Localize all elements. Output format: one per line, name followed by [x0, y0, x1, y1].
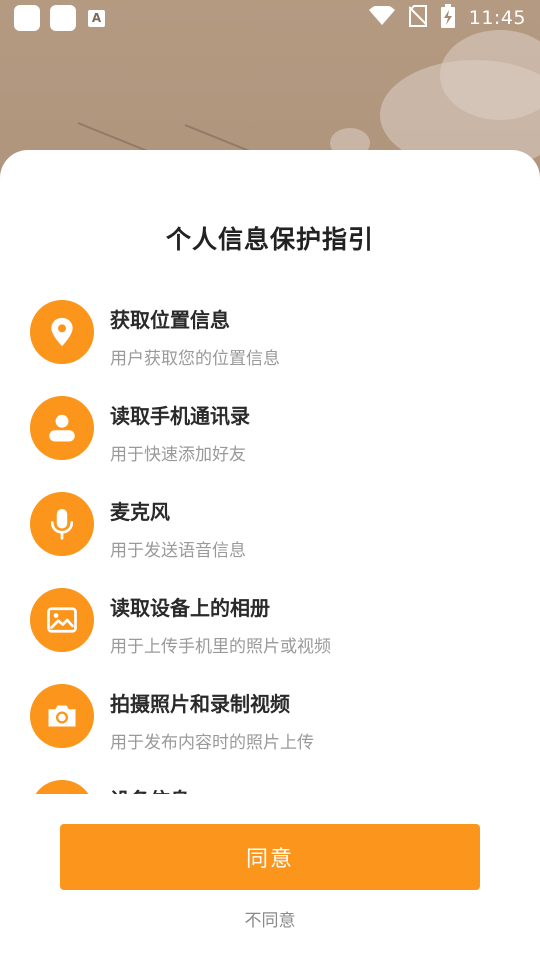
permission-desc: 用于上传手机里的照片或视频: [110, 637, 331, 657]
permission-item-location: 获取位置信息 用户获取您的位置信息: [0, 292, 540, 388]
dialog-title: 个人信息保护指引: [165, 225, 374, 254]
microphone-icon: [30, 492, 94, 556]
image-album-icon: [30, 588, 94, 652]
camera-icon: [30, 684, 94, 748]
font-a-icon: A: [88, 9, 105, 27]
background-streak: [184, 124, 251, 153]
permission-title: 获取位置信息: [110, 308, 230, 332]
location-pin-icon: [30, 300, 94, 364]
permission-title: 设备信息: [110, 784, 190, 794]
permission-desc: 用于发布内容时的照片上传: [110, 733, 314, 753]
contact-person-icon: [30, 396, 94, 460]
permission-title: 拍摄照片和录制视频: [110, 692, 290, 716]
app-screen: A 11:45 个人信息保护指引 获取位置信息 用户获取您的位置信息 读取手机通…: [0, 0, 540, 960]
permission-item-camera: 拍摄照片和录制视频 用于发布内容时的照片上传: [0, 676, 540, 772]
privacy-dialog: 个人信息保护指引 获取位置信息 用户获取您的位置信息 读取手机通讯录 用于快速添…: [0, 150, 540, 960]
permission-item-contacts: 读取手机通讯录 用于快速添加好友: [0, 388, 540, 484]
permission-title: 麦克风: [110, 500, 170, 524]
permission-title: 读取手机通讯录: [110, 404, 250, 428]
disagree-button[interactable]: 不同意: [0, 906, 540, 931]
permission-item-album: 读取设备上的相册 用于上传手机里的照片或视频: [0, 580, 540, 676]
battery-charging-icon: [440, 4, 455, 32]
wifi-icon: [368, 4, 395, 30]
permission-title: 读取设备上的相册: [110, 596, 270, 620]
permission-desc: 用户获取您的位置信息: [110, 349, 280, 369]
permission-desc: 用于发送语音信息: [110, 541, 246, 561]
status-bar: A 11:45: [0, 0, 540, 36]
permission-desc: 用于快速添加好友: [110, 445, 246, 465]
permission-list[interactable]: 获取位置信息 用户获取您的位置信息 读取手机通讯录 用于快速添加好友 麦克风 用…: [0, 292, 540, 794]
agree-button[interactable]: 同意: [60, 824, 480, 890]
permission-item-microphone: 麦克风 用于发送语音信息: [0, 484, 540, 580]
device-info-icon: [30, 780, 94, 794]
status-time: 11:45: [468, 7, 526, 29]
permission-item-device: 设备信息: [0, 772, 540, 794]
no-sim-icon: [408, 5, 428, 31]
app-notification-icon: [14, 5, 40, 31]
app-notification-icon: [50, 5, 76, 31]
